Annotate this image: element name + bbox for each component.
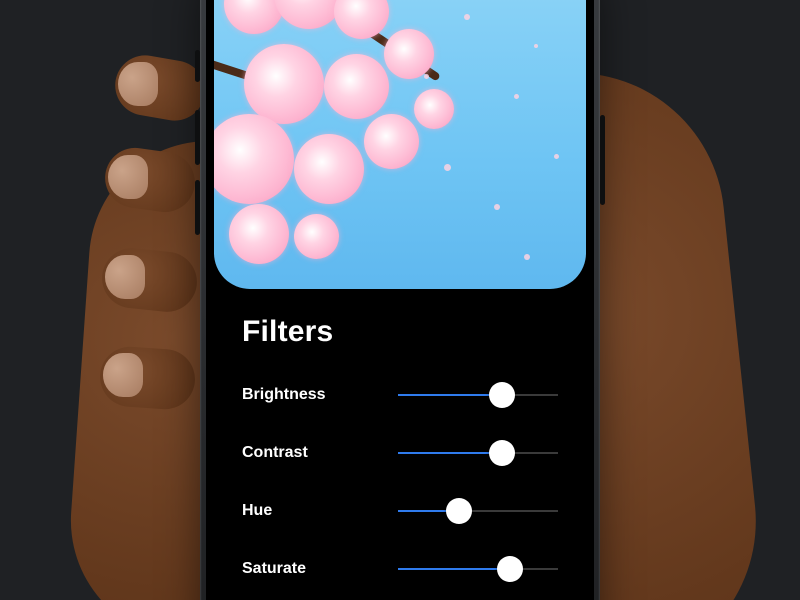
slider-knob[interactable] xyxy=(489,382,515,408)
slider-knob[interactable] xyxy=(497,556,523,582)
slider-knob[interactable] xyxy=(446,498,472,524)
slider-label: Brightness xyxy=(242,386,374,404)
slider-label: Saturate xyxy=(242,560,374,578)
phone-screen: Filters Brightness Contrast Hue xyxy=(214,0,586,600)
stage: Filters Brightness Contrast Hue xyxy=(0,0,800,600)
slider-row-brightness: Brightness xyxy=(242,373,558,417)
filters-panel: Filters Brightness Contrast Hue xyxy=(214,289,586,600)
brightness-slider[interactable] xyxy=(398,383,558,407)
slider-label: Contrast xyxy=(242,444,374,462)
slider-knob[interactable] xyxy=(489,440,515,466)
slider-row-hue: Hue xyxy=(242,489,558,533)
filters-title: Filters xyxy=(242,315,558,349)
slider-row-contrast: Contrast xyxy=(242,431,558,475)
phone-frame: Filters Brightness Contrast Hue xyxy=(200,0,600,600)
slider-label: Hue xyxy=(242,502,374,520)
hue-slider[interactable] xyxy=(398,499,558,523)
saturate-slider[interactable] xyxy=(398,557,558,581)
contrast-slider[interactable] xyxy=(398,441,558,465)
preview-image xyxy=(214,0,586,289)
slider-row-saturate: Saturate xyxy=(242,547,558,591)
